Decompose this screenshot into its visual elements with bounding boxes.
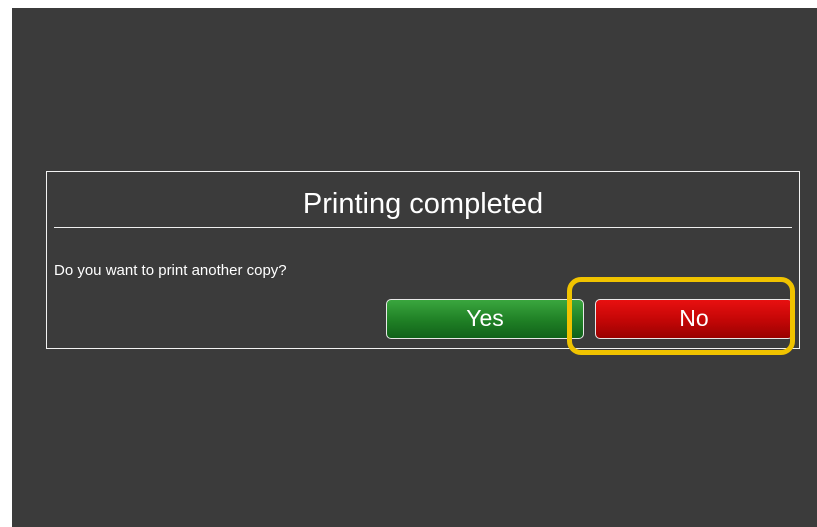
dialog-title: Printing completed (302, 188, 544, 220)
print-complete-dialog: Printing completed Do you want to print … (46, 171, 800, 349)
dialog-message: Do you want to print another copy? (54, 262, 287, 279)
yes-button[interactable]: Yes (386, 299, 584, 339)
title-divider (54, 227, 792, 228)
printer-screen: Printing completed Do you want to print … (12, 8, 817, 527)
no-button[interactable]: No (595, 299, 793, 339)
